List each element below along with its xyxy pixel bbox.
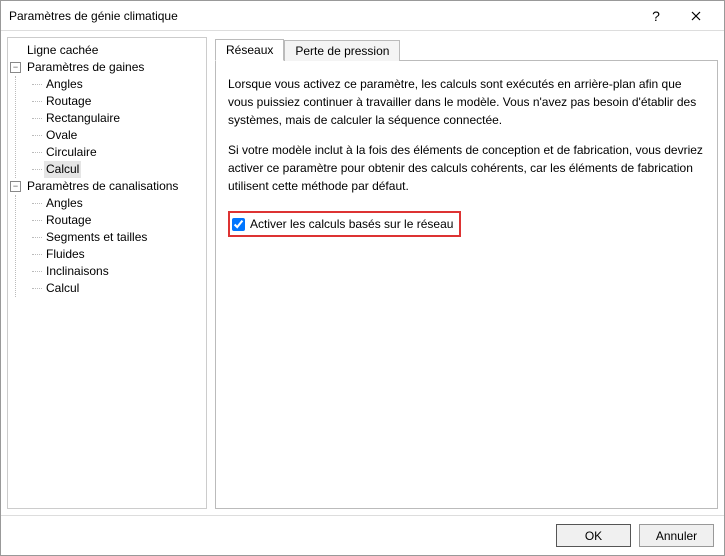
- description-text-1: Lorsque vous activez ce paramètre, les c…: [228, 75, 705, 129]
- collapse-icon[interactable]: −: [10, 62, 21, 73]
- dialog-footer: OK Annuler: [1, 515, 724, 555]
- content-area: Réseaux Perte de pression Lorsque vous a…: [215, 37, 718, 509]
- close-button[interactable]: [676, 2, 716, 30]
- enable-network-calc-checkbox[interactable]: [232, 218, 245, 231]
- close-icon: [691, 11, 701, 21]
- tree-item[interactable]: Inclinaisons: [32, 263, 204, 280]
- enable-network-calc-label: Activer les calculs basés sur le réseau: [250, 215, 453, 233]
- ok-button[interactable]: OK: [556, 524, 631, 547]
- tree-item[interactable]: Routage: [32, 93, 204, 110]
- tab-perte-de-pression[interactable]: Perte de pression: [284, 40, 400, 61]
- dialog-body: Ligne cachée − Paramètres de gaines Angl…: [1, 31, 724, 515]
- tree-item[interactable]: Rectangulaire: [32, 110, 204, 127]
- window-title: Paramètres de génie climatique: [9, 9, 636, 23]
- tree-item[interactable]: Circulaire: [32, 144, 204, 161]
- description-text-2: Si votre modèle inclut à la fois des élé…: [228, 141, 705, 195]
- settings-tree[interactable]: Ligne cachée − Paramètres de gaines Angl…: [7, 37, 207, 509]
- help-button[interactable]: ?: [636, 2, 676, 30]
- tree-item[interactable]: Angles: [32, 195, 204, 212]
- tree-item[interactable]: Routage: [32, 212, 204, 229]
- dialog-window: Paramètres de génie climatique ? Ligne c…: [0, 0, 725, 556]
- tab-panel-reseaux: Lorsque vous activez ce paramètre, les c…: [215, 61, 718, 509]
- tree-item-gaines-calcul[interactable]: Calcul: [32, 161, 204, 178]
- tab-bar: Réseaux Perte de pression: [215, 37, 718, 61]
- cancel-button[interactable]: Annuler: [639, 524, 714, 547]
- tree-item-canalisations[interactable]: − Paramètres de canalisations Angles Rou…: [10, 178, 204, 297]
- tree-item[interactable]: Fluides: [32, 246, 204, 263]
- tree-item-gaines[interactable]: − Paramètres de gaines Angles Routage Re…: [10, 59, 204, 178]
- tree-item[interactable]: Ovale: [32, 127, 204, 144]
- tab-reseaux[interactable]: Réseaux: [215, 39, 284, 61]
- tree-item[interactable]: Calcul: [32, 280, 204, 297]
- tree-item[interactable]: Angles: [32, 76, 204, 93]
- titlebar: Paramètres de génie climatique ?: [1, 1, 724, 31]
- tree-item-ligne-cachee[interactable]: Ligne cachée: [10, 42, 204, 59]
- tree-item[interactable]: Segments et tailles: [32, 229, 204, 246]
- collapse-icon[interactable]: −: [10, 181, 21, 192]
- enable-network-calc-row[interactable]: Activer les calculs basés sur le réseau: [228, 211, 461, 237]
